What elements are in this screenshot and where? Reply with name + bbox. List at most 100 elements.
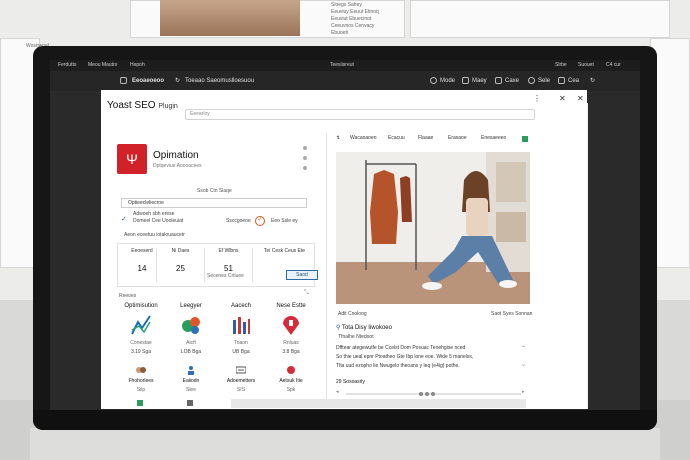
feature-item[interactable]: Leegyer Aicft LOB Bga (167, 303, 215, 355)
nav-icon[interactable] (462, 71, 469, 91)
background-screen-top-right: Sloegs Sahey Eeuviuy Eeuut Etinoq Eeuviu… (331, 0, 670, 38)
preview-tab[interactable]: Ecacuu (388, 135, 405, 141)
dot-icon[interactable] (303, 166, 307, 170)
feature-item[interactable]: Eaiiodn Slee (167, 365, 215, 393)
nav-icon[interactable] (495, 71, 502, 91)
toolbar-item[interactable]: Maey (472, 71, 487, 91)
preview-tab[interactable]: Erasaoe (448, 135, 467, 141)
chevron-down-icon[interactable]: ⌄ (521, 342, 526, 349)
check-icon: ✓ (121, 216, 127, 223)
menu-item[interactable]: Meou Mautrs (88, 60, 117, 71)
preview-caption-left: Adit Cnoloog (338, 311, 367, 317)
bar-columns-icon (233, 317, 250, 334)
photo-illustration (336, 152, 530, 304)
tag-icon (287, 366, 295, 374)
feature-item[interactable]: Nese Estte Rnluas 3.8 Bga (267, 303, 315, 355)
preview-caption-right: Saot Syes Sonnan (491, 311, 533, 317)
status-square-icon (137, 400, 143, 406)
feature-item[interactable]: Adoemetters SIS (217, 365, 265, 393)
reload-icon[interactable]: ↻ (175, 71, 180, 91)
toolbar-item[interactable]: Cea (568, 71, 579, 91)
person-icon (188, 366, 194, 375)
avatar-pair-icon (136, 367, 146, 373)
browser-tab-title[interactable]: Toeaao Saeomuslloesuou (185, 71, 254, 91)
bottom-status-strip (231, 399, 526, 408)
expand-icon[interactable]: ⤡ (304, 290, 309, 297)
refresh-icon[interactable]: ↻ (590, 71, 595, 91)
settings-icon[interactable] (528, 71, 535, 91)
preview-tab[interactable]: Enesaeeeo (481, 135, 506, 141)
setup-caption: Ssob Ctn Slaqe (197, 188, 232, 194)
status-label: Ssccgoeoe (226, 218, 251, 224)
puzzle-pieces-icon (182, 317, 200, 334)
similar-count: 29 Sosoasrly (336, 379, 365, 385)
pager-dot[interactable] (431, 392, 435, 396)
menu-item[interactable]: Slrbe (555, 60, 567, 71)
plugin-heading: Opimation (153, 150, 199, 161)
scroll-right-icon[interactable]: ▸ (522, 389, 525, 395)
feature-item[interactable]: Aacech Toaon UB Bga (217, 303, 265, 355)
stats-panel: Eeoeserd 14 Ni Daes 25 Ef Wlbns 51 Tei Cesk… (117, 243, 318, 287)
background-list: Sloegs Sahey Eeuviuy Eeuut Etinoq Eeuviu… (331, 2, 379, 36)
dot-icon[interactable] (303, 156, 307, 160)
preview-tab[interactable]: Wacaoaoeo (350, 135, 377, 141)
toolbar-item[interactable]: Caxe (505, 71, 519, 91)
divider (326, 134, 327, 404)
preview-paragraph: Dfftear ategewutfe be Ccelst Dom Posuac … (336, 345, 466, 351)
save-button[interactable]: Saod (286, 270, 318, 280)
preview-tabs: ↯ Wacaoaoeo Ecacuu Flaaae Erasaoe Enesae… (336, 134, 531, 144)
status-ring-icon: ✓ (255, 216, 265, 226)
browser-toolbar: Eeoaeoeoo ↻ Toeaao Saeomuslloesuou Mode … (50, 71, 640, 91)
minimize-icon[interactable]: ✕ (559, 94, 566, 103)
keyboard-icon (236, 366, 246, 374)
feature-item[interactable]: Aetsuk Itie Spk (267, 365, 315, 393)
option-field[interactable]: Optieecleliecroe (121, 198, 307, 208)
toolbar-item[interactable]: Sele (538, 71, 550, 91)
more-icon[interactable]: ⋮ (533, 94, 541, 103)
dot-icon[interactable] (303, 146, 307, 150)
preview-paragraph: Tfia uud ezopho lie Nwugelo theoans y le… (336, 363, 460, 369)
share-icon[interactable] (558, 71, 565, 91)
check-line: Domeel Cee Uooleuiat (133, 218, 184, 224)
status-value: Eeo Ssle ey (271, 218, 298, 224)
stats-caption: Secenes Crtiuee (207, 273, 244, 279)
window-title: Yoast SEO Plugin (107, 100, 178, 111)
feature-item[interactable]: Fhohorlees Silp (117, 365, 165, 393)
menu-item[interactable]: Suouet (578, 60, 594, 71)
toolbar-item[interactable]: Mode (440, 71, 455, 91)
status-square-icon (522, 136, 528, 142)
preview-tab[interactable]: Flaaae (418, 135, 433, 141)
address-text[interactable]: Eeoaeoeoo (132, 71, 164, 91)
back-icon[interactable]: ↯ (336, 135, 340, 141)
status-square-icon (187, 400, 193, 406)
feature-item[interactable]: Optimisution Conestae 3.19 Sga (117, 303, 165, 355)
preview-paragraph: So thie ueal epnr Ptoatheo Gte Ibp lone … (336, 354, 474, 360)
search-input[interactable]: Eeearloy (185, 109, 535, 120)
product-photo (336, 152, 530, 304)
pager-dot[interactable] (425, 392, 429, 396)
monitor-stand (30, 428, 660, 460)
check-line: Aeon eceetuu iotalouaucetr (124, 232, 185, 238)
background-photo (160, 0, 300, 36)
chevron-down-icon[interactable]: ⌄ (521, 361, 526, 368)
menu-item[interactable]: Hepoh (130, 60, 145, 71)
pager-dot[interactable] (419, 392, 423, 396)
yoast-logo: Ψ (117, 144, 147, 174)
preview-subtitle: Tfnalhe Ntedoot (338, 334, 374, 340)
nav-icon[interactable] (430, 71, 437, 91)
menu-item[interactable]: Ferdutts (58, 60, 76, 71)
stat-item: Ni Daes 25 (156, 248, 204, 282)
preview-title: ⚲ Tota Disy Iiwokoeo (336, 325, 392, 331)
trend-line-icon (131, 315, 151, 335)
menu-item[interactable]: C4 cur (606, 60, 621, 71)
plugin-subheading: Dptqeviue Aoooacees (153, 163, 202, 169)
check-line: Adwoeh sbh erese (133, 211, 175, 217)
system-title: Teesiisreut (330, 62, 354, 68)
monitor-chin (33, 410, 657, 430)
plugin-window: Yoast SEO Plugin Eeearloy ⋮ ✕ ✕ Ψ Opimat… (101, 90, 587, 409)
tab-icon[interactable] (120, 71, 127, 91)
shield-pin-icon (283, 316, 299, 335)
close-icon[interactable]: ✕ (577, 94, 584, 103)
scroll-left-icon[interactable]: ◂ (336, 389, 339, 395)
system-menu-bar: Ferdutts Meou Mautrs Hepoh Teesiisreut S… (50, 60, 640, 71)
